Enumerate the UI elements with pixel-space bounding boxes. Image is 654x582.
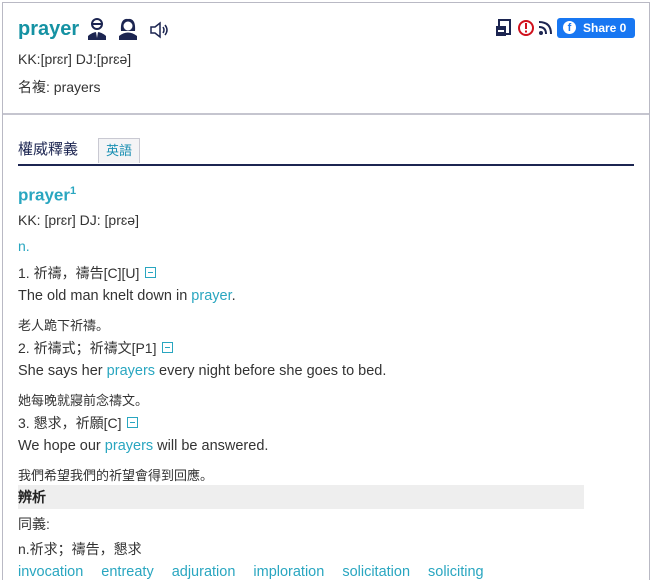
- entry-header: prayer KK:[prɛr] DJ:[prɛə] 名複: prayers f…: [3, 3, 649, 113]
- female-speaker-icon[interactable]: [117, 17, 139, 41]
- male-speaker-icon[interactable]: [86, 17, 108, 41]
- collapse-icon[interactable]: [162, 342, 174, 353]
- sense-label: 3. 懇求，祈願[C]: [18, 413, 139, 433]
- example-text: We hope our: [18, 438, 105, 454]
- collapse-icon[interactable]: [145, 267, 157, 278]
- synonym-link[interactable]: entreaty: [101, 564, 153, 580]
- report-icon[interactable]: [518, 18, 534, 38]
- definition-tabs: 權威釋義 英語: [18, 136, 634, 166]
- facebook-icon: f: [563, 21, 576, 34]
- sense-example-zh: 她每晚就寢前念禱文。: [18, 393, 149, 408]
- example-text: will be answered.: [153, 438, 269, 454]
- synonym-link[interactable]: invocation: [18, 564, 83, 580]
- tab-authoritative[interactable]: 權威釋義: [18, 138, 78, 159]
- definition-pronunciation: KK: [prɛr] DJ: [prɛə]: [18, 212, 139, 228]
- entry-word: prayer: [18, 18, 80, 40]
- example-keyword[interactable]: prayer: [191, 288, 231, 304]
- sense-label-text: 3. 懇求，祈願[C]: [18, 415, 122, 431]
- example-keyword[interactable]: prayers: [105, 438, 153, 454]
- sound-icon[interactable]: [149, 21, 171, 39]
- headword-superscript: 1: [69, 185, 77, 197]
- synonym-gloss: n.祈求；禱告，懇求: [18, 541, 142, 557]
- headword-text: prayer: [18, 185, 70, 205]
- sense-example-en: She says her prayers every night before …: [18, 363, 386, 379]
- tab-english[interactable]: 英語: [98, 138, 140, 163]
- sense-label-text: 1. 祈禱，禱告[C][U]: [18, 265, 140, 281]
- entry-plural: 名複: prayers: [18, 79, 101, 95]
- collapse-icon[interactable]: [127, 417, 139, 428]
- sense-example-en: The old man knelt down in prayer.: [18, 288, 236, 304]
- synonym-list: invocation entreaty adjuration imploration s…: [18, 564, 502, 580]
- sense-label: 2. 祈禱式；祈禱文[P1]: [18, 338, 174, 358]
- example-text: The old man knelt down in: [18, 288, 192, 304]
- synonym-link[interactable]: soliciting: [428, 564, 484, 580]
- bookmark-icon[interactable]: [495, 18, 513, 38]
- example-text: .: [231, 288, 236, 304]
- facebook-share-button[interactable]: f Share 0: [557, 18, 635, 38]
- example-keyword[interactable]: prayers: [107, 363, 155, 379]
- header-divider: [3, 113, 649, 115]
- example-text: She says her: [18, 363, 107, 379]
- sense-label-text: 2. 祈禱式；祈禱文[P1]: [18, 340, 157, 356]
- definition-headword: prayer1: [18, 185, 76, 206]
- entry-pronunciation: KK:[prɛr] DJ:[prɛə]: [18, 51, 132, 67]
- synonym-label: 同義:: [18, 516, 50, 532]
- synonym-section-header: 辨析: [18, 485, 584, 509]
- synonym-link[interactable]: adjuration: [172, 564, 236, 580]
- share-label: Share 0: [583, 21, 627, 35]
- rss-icon[interactable]: [538, 18, 552, 38]
- sense-label: 1. 祈禱，禱告[C][U]: [18, 263, 157, 283]
- example-text: every night before she goes to bed.: [155, 363, 387, 379]
- part-of-speech: n.: [18, 238, 30, 254]
- synonym-link[interactable]: imploration: [253, 564, 324, 580]
- synonym-link[interactable]: solicitation: [342, 564, 410, 580]
- sense-example-en: We hope our prayers will be answered.: [18, 438, 268, 454]
- sense-example-zh: 老人跪下祈禱。: [18, 318, 110, 333]
- dictionary-panel: prayer KK:[prɛr] DJ:[prɛə] 名複: prayers f…: [2, 2, 650, 580]
- sense-example-zh: 我們希望我們的祈望會得到回應。: [18, 468, 214, 483]
